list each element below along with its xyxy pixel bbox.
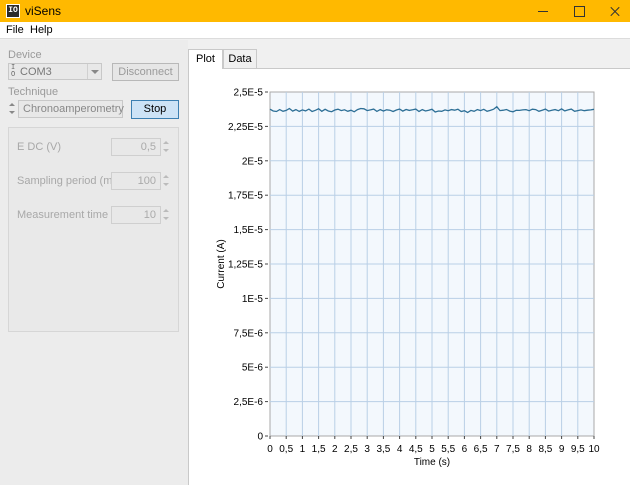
spin-down-icon[interactable]	[163, 149, 169, 152]
y-tick-label: 2,5E-6	[234, 397, 264, 408]
stop-button[interactable]: Stop	[131, 100, 179, 119]
spin-down-icon[interactable]	[9, 111, 15, 114]
menu-file[interactable]: File	[6, 24, 24, 36]
device-select[interactable]: IO COM3	[8, 63, 102, 80]
y-axis-label: Current (A)	[216, 239, 227, 288]
x-tick-label: 7	[494, 444, 500, 455]
x-tick-label: 9,5	[571, 444, 585, 455]
spin-up-icon[interactable]	[163, 209, 169, 212]
x-tick-label: 3	[364, 444, 370, 455]
x-axis-label: Time (s)	[414, 457, 450, 468]
x-tick-label: 0	[267, 444, 273, 455]
minimize-icon[interactable]	[525, 0, 561, 22]
x-tick-label: 8,5	[538, 444, 552, 455]
sampling-period-spinner[interactable]	[162, 172, 170, 190]
parameters-box: E DC (V) 0,5 Sampling period (ms) 100 Me…	[8, 127, 179, 332]
y-tick-label: 1,5E-5	[234, 225, 264, 236]
spin-down-icon[interactable]	[163, 183, 169, 186]
y-tick-label: 2,5E-5	[234, 88, 264, 99]
y-tick-label: 1E-5	[242, 294, 264, 305]
x-tick-label: 8	[526, 444, 532, 455]
spin-up-icon[interactable]	[163, 175, 169, 178]
x-tick-label: 5,5	[441, 444, 455, 455]
x-tick-label: 4,5	[409, 444, 423, 455]
measurement-time-label: Measurement time (s)	[17, 209, 124, 221]
y-tick-label: 1,75E-5	[228, 191, 263, 202]
x-tick-label: 10	[588, 444, 600, 455]
x-axis-ticks: 0 0,5 1 1,5 2 2,5 3 3,5 4 4,5 5 5,5 6 6,5 7 7,5 8 8,5 9 9,5…	[267, 436, 600, 455]
x-tick-label: 2	[332, 444, 338, 455]
x-tick-label: 6	[462, 444, 468, 455]
y-tick-label: 1,25E-5	[228, 260, 263, 271]
edc-field[interactable]: 0,5	[111, 138, 161, 156]
y-tick-label: 2E-5	[242, 156, 264, 167]
menu-bar: File Help	[0, 22, 630, 39]
y-axis-ticks: 0 2,5E-6 5E-6 7,5E-6 1E-5 1,25E-5 1,5E-5 1,75E-…	[228, 88, 268, 443]
grid	[270, 92, 594, 436]
sampling-period-label: Sampling period (ms)	[17, 175, 122, 187]
control-panel: Device IO COM3 Disconnect Technique Chro…	[0, 40, 188, 485]
sampling-period-field[interactable]: 100	[111, 172, 161, 190]
x-tick-label: 5	[429, 444, 435, 455]
technique-field[interactable]: Chronoamperometry	[18, 100, 124, 118]
tab-plot[interactable]: Plot	[188, 49, 223, 69]
technique-label: Technique	[8, 86, 59, 98]
spin-down-icon[interactable]	[163, 217, 169, 220]
current-time-chart: 0 2,5E-6 5E-6 7,5E-6 1E-5 1,25E-5 1,5E-5 1,75E-…	[216, 88, 600, 469]
device-value: COM3	[20, 66, 52, 78]
spin-up-icon[interactable]	[9, 103, 15, 106]
measurement-time-spinner[interactable]	[162, 206, 170, 224]
x-tick-label: 3,5	[376, 444, 390, 455]
title-bar: IO viSens	[0, 0, 630, 22]
x-tick-label: 4	[397, 444, 403, 455]
x-tick-label: 7,5	[506, 444, 520, 455]
x-tick-label: 9	[559, 444, 565, 455]
y-tick-label: 5E-6	[242, 363, 264, 374]
x-tick-label: 0,5	[279, 444, 293, 455]
x-tick-label: 1,5	[312, 444, 326, 455]
x-tick-label: 2,5	[344, 444, 358, 455]
measurement-time-field[interactable]: 10	[111, 206, 161, 224]
device-label: Device	[8, 49, 42, 61]
edc-spinner[interactable]	[162, 138, 170, 156]
spin-up-icon[interactable]	[163, 141, 169, 144]
edc-label: E DC (V)	[17, 141, 61, 153]
technique-spinner[interactable]	[8, 100, 17, 118]
menu-help[interactable]: Help	[30, 24, 53, 36]
maximize-icon[interactable]	[561, 0, 597, 22]
disconnect-button[interactable]: Disconnect	[112, 63, 179, 81]
y-tick-label: 2,25E-5	[228, 122, 263, 133]
io-icon: IO	[11, 64, 16, 79]
x-tick-label: 6,5	[474, 444, 488, 455]
window-title: viSens	[25, 4, 62, 18]
chevron-down-icon[interactable]	[87, 64, 101, 79]
x-tick-label: 1	[300, 444, 306, 455]
visens-app-icon: IO	[6, 4, 20, 18]
close-icon[interactable]	[597, 0, 630, 22]
y-tick-label: 7,5E-6	[234, 328, 264, 339]
y-tick-label: 0	[257, 432, 263, 443]
